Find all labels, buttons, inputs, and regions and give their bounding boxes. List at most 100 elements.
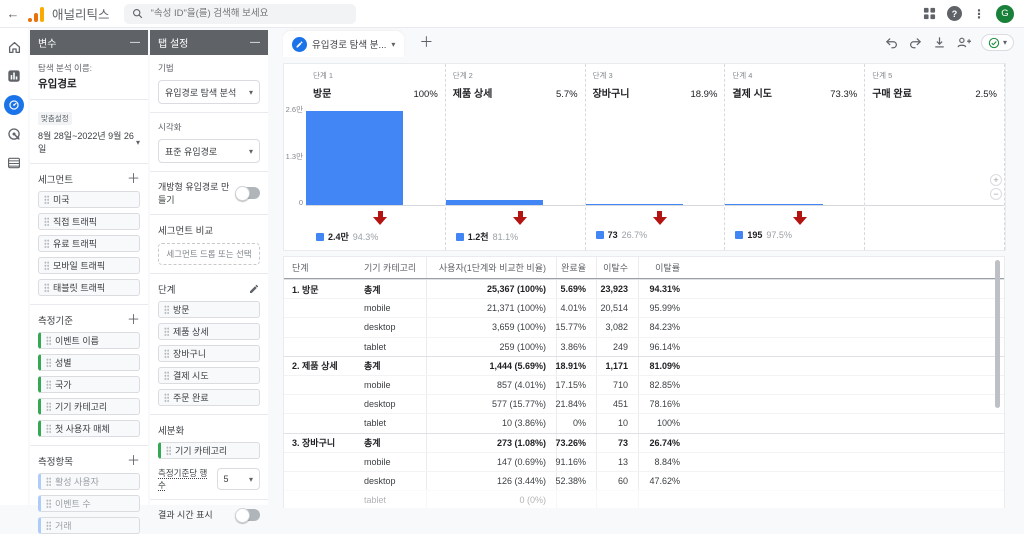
table-row: desktop 126 (3.44%) 52.38% 60 47.62% [284, 471, 1004, 490]
tab-funnel-exploration[interactable]: 유입경로 탐색 분... ▾ [283, 31, 404, 57]
breakdown-chip[interactable]: 기기 카테고리 [158, 442, 260, 459]
funnel-step-column: 단계 2 제품 상세 5.7% [445, 64, 585, 250]
edit-steps-icon[interactable] [248, 283, 260, 295]
funnel-step-pct: 5.7% [556, 89, 578, 100]
visualization-select[interactable]: 표준 유입경로 ▾ [158, 139, 260, 163]
device-cell: mobile [356, 299, 426, 317]
dimension-chip[interactable]: 이벤트 이름 [38, 332, 140, 349]
add-segment-icon[interactable]: ＋ [127, 174, 140, 184]
exits-cell: 1,171 [596, 357, 638, 375]
step-chip[interactable]: 주문 완료 [158, 389, 260, 406]
variables-panel-header: 변수 — [30, 30, 148, 55]
exit-rate-cell: 84.23% [638, 318, 690, 336]
drag-handle-icon [46, 380, 51, 390]
status-check-button[interactable]: ▾ [981, 34, 1014, 51]
avatar[interactable]: G [996, 5, 1014, 23]
table-row: tablet 259 (100%) 3.86% 249 96.14% [284, 337, 1004, 356]
funnel-step-pct: 100% [413, 89, 437, 100]
step-chip[interactable]: 방문 [158, 301, 260, 318]
funnel-step-column: 단계 3 장바구니 18.9% [585, 64, 725, 250]
table-row: mobile 857 (4.01%) 17.15% 710 82.85% [284, 375, 1004, 394]
col-header-exits: 이탈수 [596, 257, 638, 278]
variables-panel: 변수 — 탐색 분석 이름: 유입경로 맞춤설정 8월 28일~2022년 9월… [30, 30, 148, 505]
device-cell: desktop [356, 318, 426, 336]
share-user-icon[interactable] [956, 35, 972, 50]
minimize-icon[interactable]: — [250, 37, 260, 48]
download-icon[interactable] [932, 35, 947, 50]
segments-list: 미국 직접 트래픽 유료 트래픽 모바일 트래픽 태블릿 트래픽 [38, 191, 140, 296]
property-search[interactable] [124, 4, 356, 24]
search-input[interactable] [149, 7, 348, 20]
advertising-icon[interactable] [4, 124, 24, 144]
exploration-name-value[interactable]: 유입경로 [38, 76, 140, 91]
home-icon[interactable] [4, 37, 24, 57]
help-icon[interactable]: ? [947, 6, 962, 21]
date-range-picker[interactable]: 8월 28일~2022년 9월 26일 ▾ [38, 129, 140, 155]
add-metric-icon[interactable]: ＋ [127, 456, 140, 466]
drag-handle-icon [164, 305, 169, 315]
step-chip[interactable]: 결제 시도 [158, 367, 260, 384]
segment-drop-zone[interactable]: 세그먼트 드롭 또는 선택 [158, 243, 260, 265]
dimension-chip[interactable]: 성별 [38, 354, 140, 371]
segment-chip[interactable]: 유료 트래픽 [38, 235, 140, 252]
dimension-chip[interactable]: 국가 [38, 376, 140, 393]
abandon-arrow-icon [316, 211, 445, 225]
zoom-in-icon[interactable]: + [990, 174, 1002, 186]
metrics-list: 활성 사용자 이벤트 수 거래 [38, 473, 140, 534]
more-menu-icon[interactable]: ⋮ [973, 7, 985, 21]
device-cell: tablet [356, 414, 426, 432]
explore-icon[interactable] [4, 95, 24, 115]
segment-chip[interactable]: 직접 트래픽 [38, 213, 140, 230]
exits-cell: 451 [596, 395, 638, 413]
segment-chip[interactable]: 모바일 트래픽 [38, 257, 140, 274]
library-icon[interactable] [4, 153, 24, 173]
segment-chip[interactable]: 미국 [38, 191, 140, 208]
dimensions-list: 이벤트 이름 성별 국가 기기 카테고리 첫 사용자 매체 [38, 332, 140, 437]
drag-handle-icon [164, 327, 169, 337]
completion-cell: 4.01% [556, 299, 596, 317]
funnel-bar[interactable] [586, 204, 683, 205]
exits-cell: 3,082 [596, 318, 638, 336]
legend-square-icon [735, 231, 743, 239]
abandon-legend: 195 97.5% [735, 230, 864, 240]
apps-grid-icon[interactable] [923, 7, 936, 20]
undo-icon[interactable] [884, 35, 899, 50]
funnel-step-name: 제품 상세 [453, 85, 493, 100]
technique-select[interactable]: 유입경로 탐색 분석 ▾ [158, 80, 260, 104]
reports-icon[interactable] [4, 66, 24, 86]
minimize-icon[interactable]: — [130, 37, 140, 48]
dimension-chip[interactable]: 첫 사용자 매체 [38, 420, 140, 437]
metric-chip[interactable]: 이벤트 수 [38, 495, 140, 512]
table-scrollbar[interactable] [995, 260, 1000, 408]
step-chip[interactable]: 제품 상세 [158, 323, 260, 340]
add-tab-icon[interactable]: ＋ [419, 32, 433, 52]
funnel-bar[interactable] [446, 200, 543, 205]
step-chip[interactable]: 장바구니 [158, 345, 260, 362]
dimension-chip[interactable]: 기기 카테고리 [38, 398, 140, 415]
funnel-bar[interactable] [306, 111, 403, 205]
elapsed-time-toggle[interactable] [236, 509, 260, 521]
add-dimension-icon[interactable]: ＋ [127, 315, 140, 325]
exits-cell [596, 491, 638, 508]
back-icon[interactable]: ← [0, 6, 26, 21]
rows-per-dimension-select[interactable]: 5 ▾ [217, 468, 261, 490]
app-title: 애널리틱스 [52, 4, 110, 23]
drag-handle-icon [46, 477, 51, 487]
zoom-out-icon[interactable]: − [990, 188, 1002, 200]
nav-rail [0, 28, 28, 505]
drag-handle-icon [164, 349, 169, 359]
funnel-bar[interactable] [725, 204, 822, 205]
metric-chip[interactable]: 활성 사용자 [38, 473, 140, 490]
col-header-exit-rate: 이탈률 [638, 257, 690, 278]
completion-cell: 18.91% [556, 357, 596, 375]
redo-icon[interactable] [908, 35, 923, 50]
segment-chip[interactable]: 태블릿 트래픽 [38, 279, 140, 296]
dimensions-title: 측정기준 [38, 313, 73, 327]
legend-square-icon [316, 233, 324, 241]
y-tick: 1.3만 [286, 151, 303, 162]
metric-chip[interactable]: 거래 [38, 517, 140, 534]
funnel-step-name: 결제 시도 [732, 85, 772, 100]
exit-rate-cell: 82.85% [638, 376, 690, 394]
funnel-step-pct: 73.3% [830, 89, 857, 100]
open-funnel-toggle[interactable] [236, 187, 260, 199]
